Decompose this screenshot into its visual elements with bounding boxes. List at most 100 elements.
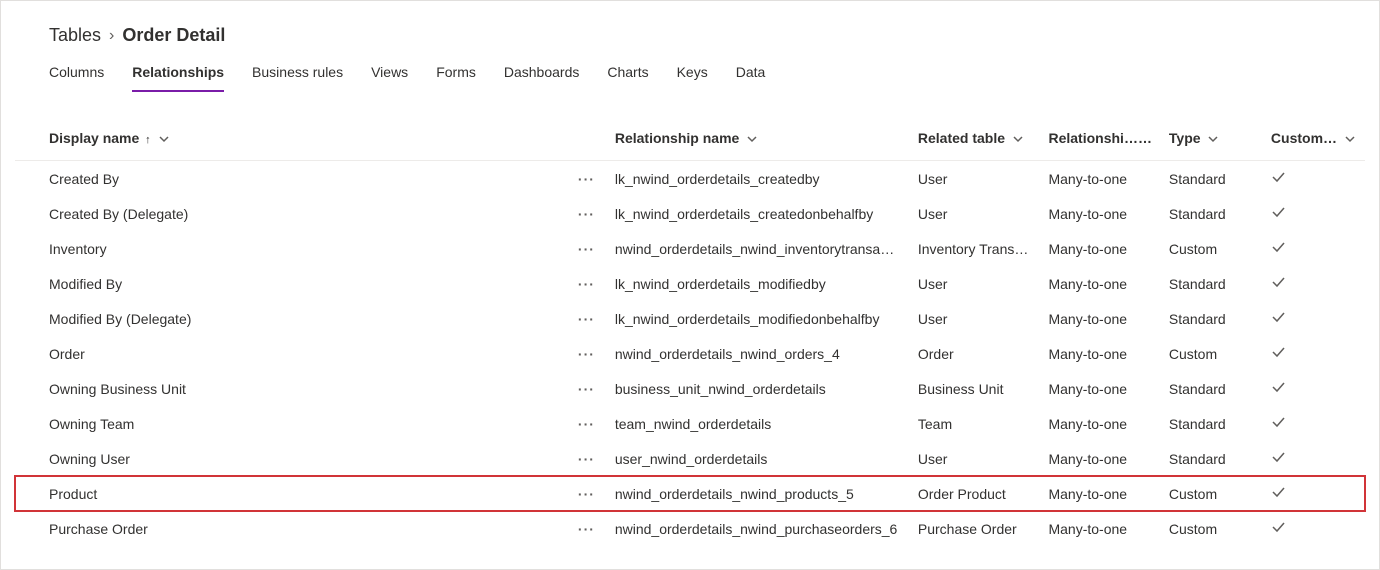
cell-display-name: Order <box>15 336 566 371</box>
cell-display-name: Modified By (Delegate) <box>15 301 566 336</box>
col-header-relationship-name[interactable]: Relationship name <box>607 116 910 161</box>
cell-display-name: Product <box>15 476 566 511</box>
cell-relationship-name: lk_nwind_orderdetails_modifiedby <box>607 266 910 301</box>
cell-relationship-type: Many-to-one <box>1040 441 1160 476</box>
tab-charts[interactable]: Charts <box>607 64 648 92</box>
cell-related-table: Order <box>910 336 1041 371</box>
cell-customizable <box>1263 511 1365 546</box>
more-icon: ··· <box>578 276 595 292</box>
cell-type: Standard <box>1161 371 1263 406</box>
cell-relationship-type: Many-to-one <box>1040 336 1160 371</box>
check-icon <box>1271 450 1285 464</box>
table-row[interactable]: Owning Business Unit···business_unit_nwi… <box>15 371 1365 406</box>
cell-relationship-type: Many-to-one <box>1040 476 1160 511</box>
table-row[interactable]: Modified By···lk_nwind_orderdetails_modi… <box>15 266 1365 301</box>
tab-data[interactable]: Data <box>736 64 766 92</box>
cell-customizable <box>1263 301 1365 336</box>
cell-relationship-name: team_nwind_orderdetails <box>607 406 910 441</box>
col-header-actions <box>566 116 607 161</box>
cell-customizable <box>1263 336 1365 371</box>
col-header-display-name[interactable]: Display name ↑ <box>15 116 566 161</box>
table-row[interactable]: Created By···lk_nwind_orderdetails_creat… <box>15 161 1365 197</box>
row-more-actions[interactable]: ··· <box>566 476 607 511</box>
col-header-relationship-type[interactable]: Relationshi… <box>1040 116 1160 161</box>
row-more-actions[interactable]: ··· <box>566 231 607 266</box>
breadcrumb-root[interactable]: Tables <box>49 25 101 46</box>
more-icon: ··· <box>578 451 595 467</box>
tab-forms[interactable]: Forms <box>436 64 476 92</box>
cell-relationship-type: Many-to-one <box>1040 231 1160 266</box>
chevron-down-icon <box>1013 134 1023 144</box>
check-icon <box>1271 310 1285 324</box>
tab-business-rules[interactable]: Business rules <box>252 64 343 92</box>
col-header-label: Custom… <box>1271 130 1337 146</box>
row-more-actions[interactable]: ··· <box>566 441 607 476</box>
cell-display-name: Created By <box>15 161 566 197</box>
row-more-actions[interactable]: ··· <box>566 371 607 406</box>
cell-relationship-name: lk_nwind_orderdetails_modifiedonbehalfby <box>607 301 910 336</box>
more-icon: ··· <box>578 381 595 397</box>
tabs-bar: Columns Relationships Business rules Views F… <box>1 58 1379 92</box>
table-row[interactable]: Created By (Delegate)···lk_nwind_orderde… <box>15 196 1365 231</box>
table-header-row: Display name ↑ Relationship name Related… <box>15 116 1365 161</box>
cell-relationship-name: lk_nwind_orderdetails_createdby <box>607 161 910 197</box>
col-header-label: Type <box>1169 130 1201 146</box>
table-row[interactable]: Order ··· nwind_orderdetails_nwind_orders_… <box>15 336 1365 371</box>
cell-customizable <box>1263 371 1365 406</box>
table-row[interactable]: Modified By (Delegate)···lk_nwind_orderd… <box>15 301 1365 336</box>
cell-customizable <box>1263 266 1365 301</box>
tab-views[interactable]: Views <box>371 64 408 92</box>
cell-relationship-name: lk_nwind_orderdetails_createdonbehalfby <box>607 196 910 231</box>
breadcrumb-current: Order Detail <box>122 25 225 46</box>
col-header-related-table[interactable]: Related table <box>910 116 1041 161</box>
cell-relationship-type: Many-to-one <box>1040 301 1160 336</box>
cell-relationship-name: nwind_orderdetails_nwind_inventorytransa… <box>607 231 910 266</box>
table-row[interactable]: Product···nwind_orderdetails_nwind_produ… <box>15 476 1365 511</box>
cell-related-table: Inventory Trans… <box>910 231 1041 266</box>
cell-customizable <box>1263 441 1365 476</box>
row-more-actions[interactable]: ··· <box>566 406 607 441</box>
cell-related-table: Order Product <box>910 476 1041 511</box>
col-header-label: Display name <box>49 130 139 146</box>
col-header-type[interactable]: Type <box>1161 116 1263 161</box>
row-more-actions[interactable]: ··· <box>566 301 607 336</box>
more-icon: ··· <box>578 416 595 432</box>
tab-dashboards[interactable]: Dashboards <box>504 64 580 92</box>
table-row[interactable]: Inventory···nwind_orderdetails_nwind_inv… <box>15 231 1365 266</box>
cell-relationship-type: Many-to-one <box>1040 161 1160 197</box>
cell-type: Custom <box>1161 511 1263 546</box>
col-header-customizable[interactable]: Custom… <box>1263 116 1365 161</box>
tab-keys[interactable]: Keys <box>677 64 708 92</box>
cell-type: Standard <box>1161 196 1263 231</box>
cell-customizable <box>1263 161 1365 197</box>
cell-related-table: User <box>910 161 1041 197</box>
tables-detail-panel: Tables › Order Detail ColumnsRelationshi… <box>0 0 1380 570</box>
table-row[interactable]: Purchase Order···nwind_orderdetails_nwin… <box>15 511 1365 546</box>
table-row[interactable]: Owning Team···team_nwind_orderdetailsTea… <box>15 406 1365 441</box>
cell-relationship-name: nwind_orderdetails_nwind_orders_4 <box>607 336 910 371</box>
cell-related-table: User <box>910 301 1041 336</box>
cell-display-name: Created By (Delegate) <box>15 196 566 231</box>
cell-display-name: Purchase Order <box>15 511 566 546</box>
cell-type: Standard <box>1161 161 1263 197</box>
tab-relationships[interactable]: Relationships <box>132 64 224 92</box>
row-more-actions[interactable]: ··· <box>566 511 607 546</box>
more-icon: ··· <box>578 241 595 257</box>
row-more-actions[interactable]: ··· <box>566 196 607 231</box>
check-icon <box>1271 205 1285 219</box>
cell-relationship-type: Many-to-one <box>1040 266 1160 301</box>
row-more-actions[interactable]: ··· <box>566 161 607 197</box>
cell-type: Standard <box>1161 406 1263 441</box>
cell-relationship-name: business_unit_nwind_orderdetails <box>607 371 910 406</box>
row-more-actions[interactable]: ··· <box>566 266 607 301</box>
more-icon: ··· <box>578 346 595 362</box>
check-icon <box>1271 170 1285 184</box>
cell-related-table: Business Unit <box>910 371 1041 406</box>
cell-customizable <box>1263 406 1365 441</box>
cell-related-table: Purchase Order <box>910 511 1041 546</box>
tab-columns[interactable]: Columns <box>49 64 104 92</box>
row-more-actions[interactable]: ··· <box>566 336 607 371</box>
chevron-down-icon <box>747 134 757 144</box>
cell-relationship-name: user_nwind_orderdetails <box>607 441 910 476</box>
table-row[interactable]: Owning User···user_nwind_orderdetailsUse… <box>15 441 1365 476</box>
